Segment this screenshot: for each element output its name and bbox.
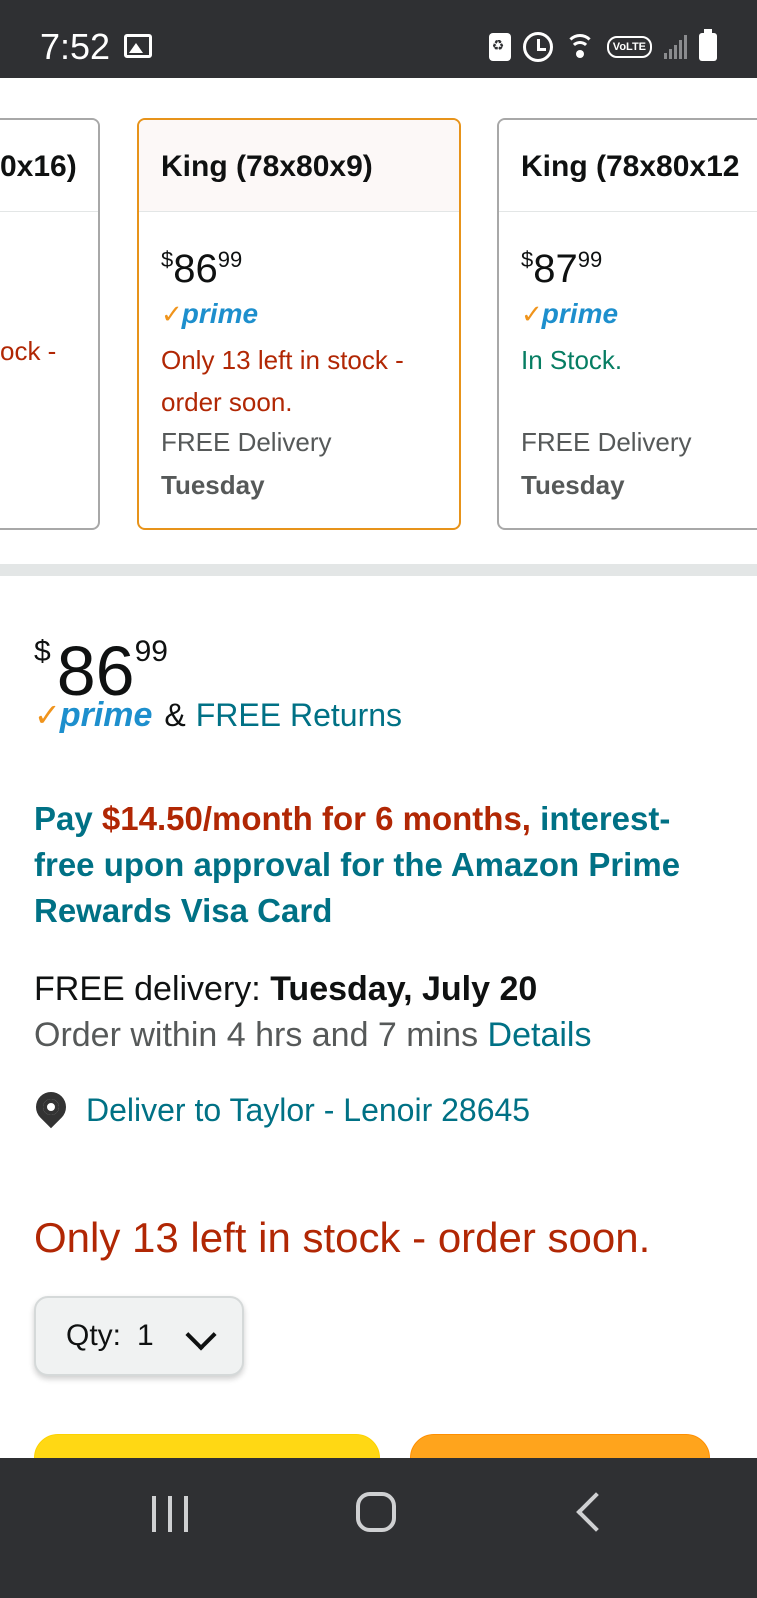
- free-returns-link[interactable]: FREE Returns: [196, 697, 402, 734]
- volte-icon: VoLTE: [606, 36, 652, 58]
- size-option-title: King (78x80x9): [139, 120, 459, 212]
- location-pin-icon: [34, 1090, 68, 1130]
- size-option-price: $8799: [521, 247, 603, 291]
- status-bar: 7:52 VoLTE: [0, 0, 757, 78]
- order-within-info: Order within 4 hrs and 7 mins Details: [34, 1016, 592, 1054]
- size-option-stock: In Stock.: [521, 345, 623, 375]
- size-option-title: King (78x80x12: [499, 120, 757, 212]
- quantity-value: 1: [137, 1319, 154, 1352]
- size-option-card-selected[interactable]: King (78x80x9) $8699 ✓ prime Only 13 left…: [137, 118, 461, 530]
- quantity-dropdown[interactable]: Qty: 1: [34, 1296, 244, 1376]
- size-option-delivery: FREE Delivery: [521, 427, 692, 457]
- battery-icon: [699, 29, 717, 61]
- size-option-title: 0x16): [0, 120, 98, 212]
- size-option-price: $8699: [161, 247, 243, 291]
- size-option-card[interactable]: 0x16) ock -: [0, 118, 100, 530]
- prime-logo: prime: [59, 695, 153, 734]
- recent-apps-icon[interactable]: [152, 1496, 188, 1532]
- prime-badge: ✓ prime: [521, 298, 619, 329]
- stock-status: Only 13 left in stock - order soon.: [34, 1214, 651, 1261]
- prime-returns-row: ✓ prime & FREE Returns: [34, 695, 403, 734]
- financing-offer-link[interactable]: Pay $14.50/month for 6 months, interest-…: [34, 796, 724, 934]
- prime-badge: ✓ prime: [161, 298, 259, 329]
- quantity-label: Qty:: [66, 1319, 122, 1352]
- size-option-delivery: FREE Delivery: [161, 427, 332, 457]
- size-option-card[interactable]: King (78x80x12 $8799 ✓ prime In Stock. FR…: [497, 118, 757, 530]
- prime-check-icon: ✓: [34, 697, 61, 733]
- gallery-notification-icon: [124, 34, 152, 58]
- prime-check-icon: ✓: [161, 299, 183, 329]
- size-option-delivery-day: Tuesday: [521, 470, 625, 500]
- status-icons: VoLTE: [488, 28, 717, 66]
- section-divider: [0, 564, 757, 576]
- system-nav-bar: [0, 1458, 757, 1598]
- size-option-delivery-day: Tuesday: [161, 470, 265, 500]
- alarm-icon: [522, 32, 553, 62]
- signal-icon: [664, 35, 687, 59]
- size-option-stock: ock -: [0, 336, 57, 366]
- back-icon[interactable]: [576, 1492, 616, 1532]
- delivery-info: FREE delivery: Tuesday, July 20: [34, 970, 538, 1008]
- deliver-to-text[interactable]: Deliver to Taylor - Lenoir 28645: [86, 1092, 530, 1129]
- status-time: 7:52: [40, 26, 111, 67]
- prime-check-icon: ✓: [521, 299, 543, 329]
- size-option-stock: Only 13 left in stock - order soon.: [161, 345, 404, 417]
- details-link[interactable]: Details: [488, 1016, 592, 1054]
- wifi-icon: [564, 34, 595, 60]
- deliver-to-link[interactable]: Deliver to Taylor - Lenoir 28645: [34, 1088, 530, 1132]
- size-carousel[interactable]: 0x16) ock - King (78x80x9) $8699 ✓ prime …: [0, 78, 757, 584]
- home-icon[interactable]: [356, 1492, 396, 1532]
- chevron-down-icon: [185, 1319, 217, 1351]
- recycle-lock-icon: [488, 33, 511, 61]
